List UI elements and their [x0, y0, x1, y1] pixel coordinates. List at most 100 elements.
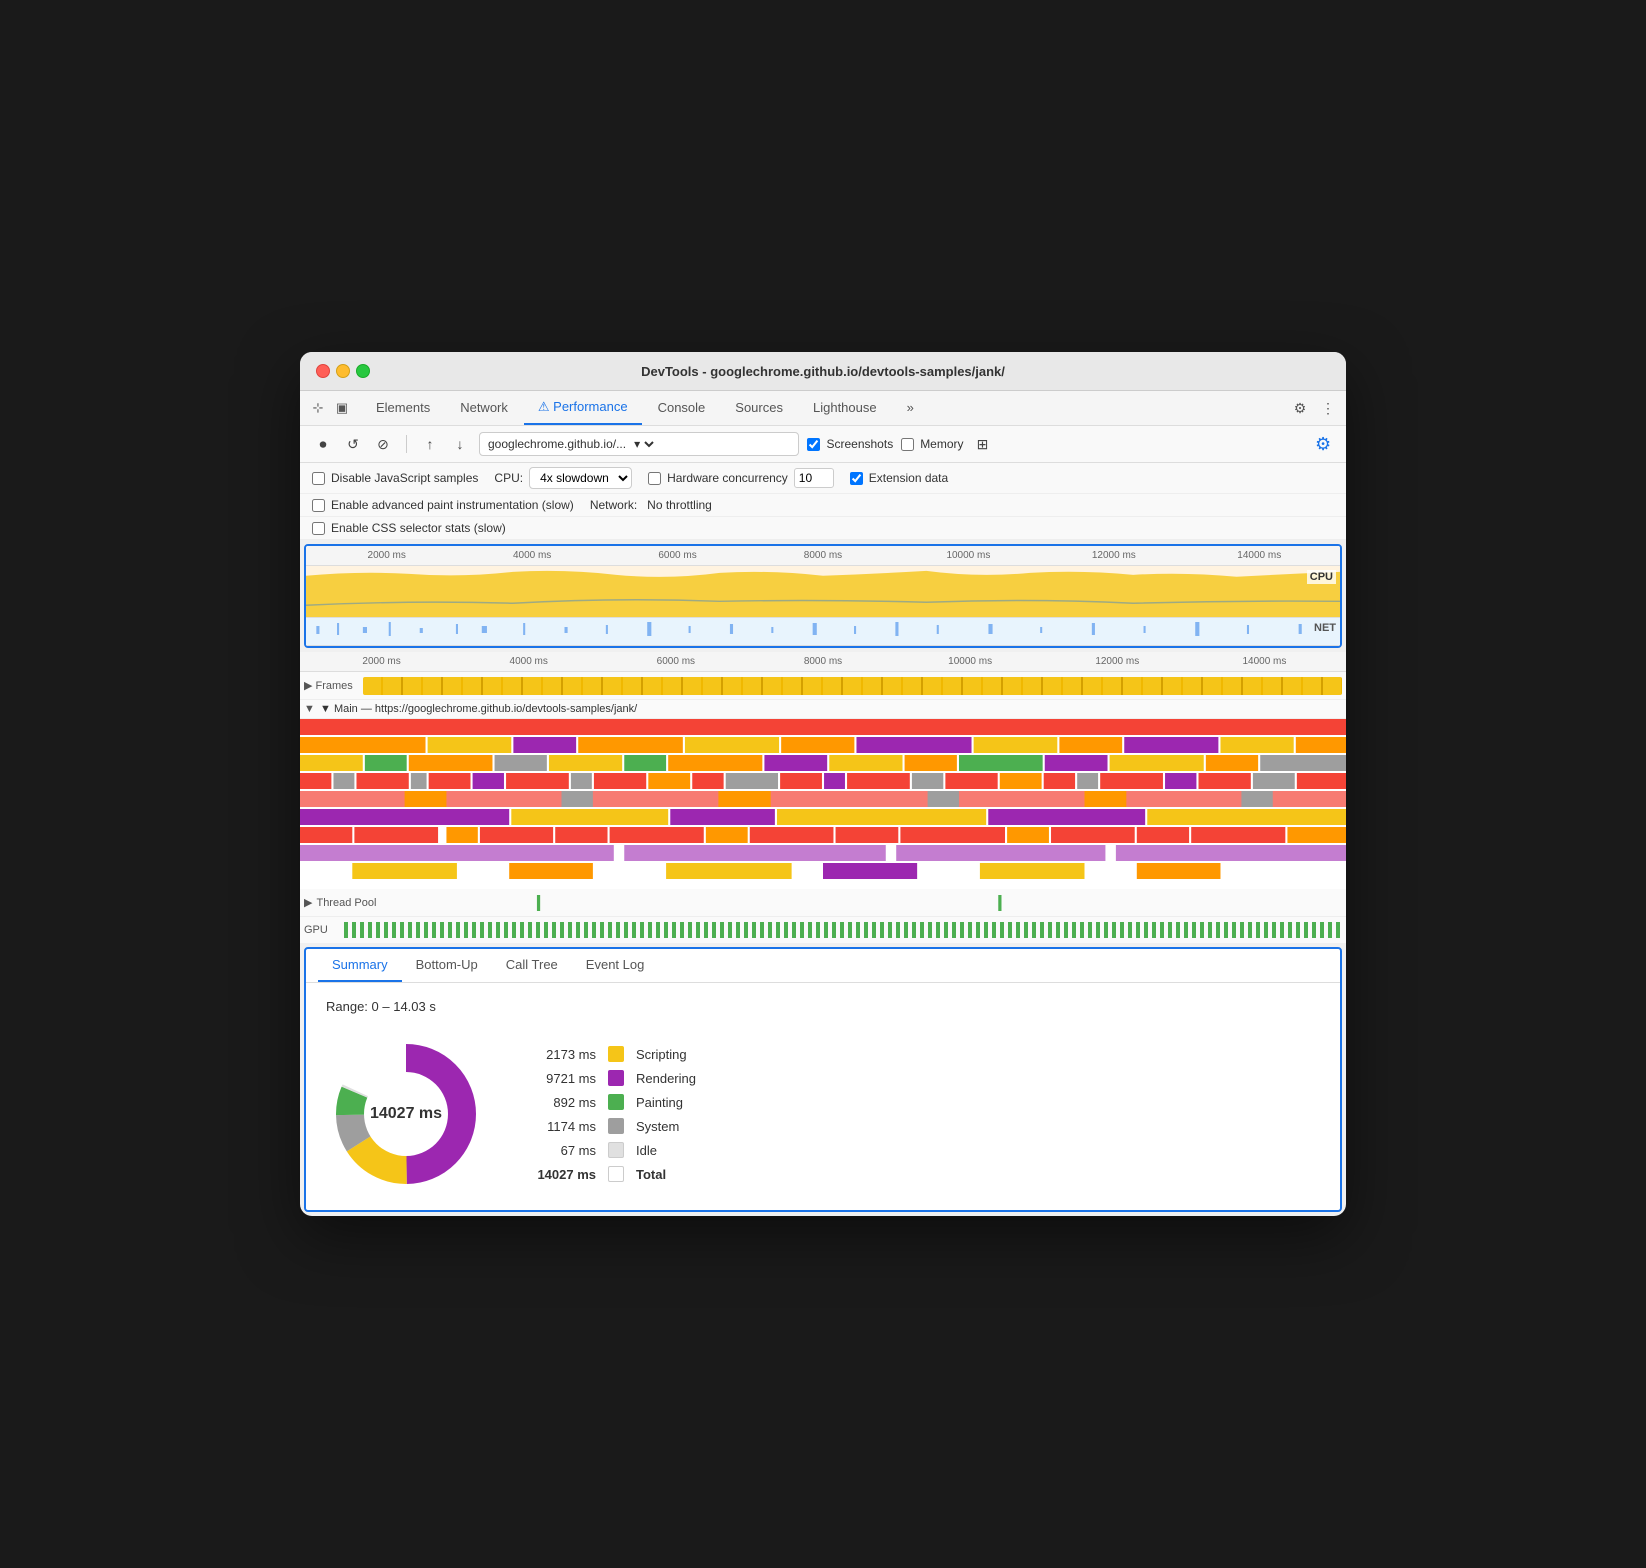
total-swatch — [608, 1166, 624, 1182]
ruler-mark-5: 10000 ms — [896, 550, 1041, 561]
css-selector-checkbox[interactable] — [312, 522, 325, 535]
ruler-mark-2: 4000 ms — [459, 550, 604, 561]
settings-icon[interactable]: ⚙ — [1290, 398, 1310, 418]
painting-swatch — [608, 1094, 624, 1110]
ruler2-mark-5: 10000 ms — [897, 656, 1044, 667]
advanced-paint-checkbox[interactable] — [312, 499, 325, 512]
memory-label: Memory — [920, 437, 963, 451]
gpu-bar — [344, 922, 1342, 938]
legend-idle: 67 ms Idle — [526, 1142, 696, 1158]
disable-js-checkbox[interactable] — [312, 472, 325, 485]
memory-checkbox[interactable] — [901, 438, 914, 451]
ruler2-mark-3: 6000 ms — [602, 656, 749, 667]
legend: 2173 ms Scripting 9721 ms Rendering 892 … — [526, 1046, 696, 1182]
device-icon[interactable]: ▣ — [332, 398, 352, 418]
screenshots-checkbox[interactable] — [807, 438, 820, 451]
screenshots-label: Screenshots — [826, 437, 893, 451]
scripting-swatch — [608, 1046, 624, 1062]
idle-name: Idle — [636, 1143, 657, 1158]
donut-label: 14027 ms — [370, 1105, 442, 1123]
ruler-mark-6: 12000 ms — [1041, 550, 1186, 561]
tab-console[interactable]: Console — [644, 392, 720, 425]
summary-content: Range: 0 – 14.03 s — [306, 983, 1340, 1210]
css-selector-label[interactable]: Enable CSS selector stats (slow) — [312, 521, 506, 535]
ruler-mark-7: 14000 ms — [1187, 550, 1332, 561]
flame-chart[interactable] — [300, 719, 1346, 889]
advanced-paint-label[interactable]: Enable advanced paint instrumentation (s… — [312, 498, 574, 512]
download-button[interactable]: ↓ — [449, 433, 471, 455]
gpu-row: GPU — [300, 917, 1346, 943]
cpu-select[interactable]: 4x slowdown — [529, 467, 632, 489]
rendering-value: 9721 ms — [526, 1071, 596, 1086]
titlebar: DevTools - googlechrome.github.io/devtoo… — [300, 352, 1346, 391]
thread-pool-svg — [376, 895, 1342, 911]
refresh-button[interactable]: ↺ — [342, 433, 364, 455]
extension-data-group: Extension data — [850, 471, 948, 485]
upload-button[interactable]: ↑ — [419, 433, 441, 455]
maximize-button[interactable] — [356, 364, 370, 378]
tab-actions: ⚙ ⋮ — [1290, 398, 1338, 418]
tab-sources[interactable]: Sources — [721, 392, 797, 425]
idle-swatch — [608, 1142, 624, 1158]
tab-network[interactable]: Network — [446, 392, 522, 425]
summary-body: 14027 ms 2173 ms Scripting 9721 ms Rende… — [326, 1034, 1320, 1194]
hardware-concurrency-group: Hardware concurrency — [648, 468, 834, 488]
inspector-icon[interactable]: ⊹ — [308, 398, 328, 418]
clear-button[interactable]: ⊘ — [372, 433, 394, 455]
disable-js-label[interactable]: Disable JavaScript samples — [312, 471, 478, 485]
legend-painting: 892 ms Painting — [526, 1094, 696, 1110]
tab-summary[interactable]: Summary — [318, 949, 402, 982]
system-name: System — [636, 1119, 679, 1134]
system-swatch — [608, 1118, 624, 1134]
frames-bar — [363, 677, 1342, 695]
memory-icon[interactable]: ⊞ — [972, 433, 994, 455]
tab-bottom-up[interactable]: Bottom-Up — [402, 949, 492, 982]
tab-bar: ⊹ ▣ Elements Network ⚠ Performance Conso… — [300, 391, 1346, 426]
traffic-lights — [316, 364, 370, 378]
toolbar: ⏺ ↺ ⊘ ↑ ↓ googlechrome.github.io/... ▾ S… — [300, 426, 1346, 463]
tab-event-log[interactable]: Event Log — [572, 949, 659, 982]
minimize-button[interactable] — [336, 364, 350, 378]
cpu-waveform — [306, 566, 1340, 617]
ruler-marks-bottom: 2000 ms 4000 ms 6000 ms 8000 ms 10000 ms… — [308, 656, 1338, 667]
record-button[interactable]: ⏺ — [312, 433, 334, 455]
close-button[interactable] — [316, 364, 330, 378]
gpu-label: GPU — [304, 924, 344, 936]
settings-row-3: Enable CSS selector stats (slow) — [300, 517, 1346, 540]
total-value: 14027 ms — [526, 1167, 596, 1182]
bottom-panel: Summary Bottom-Up Call Tree Event Log Ra… — [304, 947, 1342, 1212]
main-header: ▼ ▼ Main — https://googlechrome.github.i… — [300, 700, 1346, 719]
hardware-concurrency-checkbox[interactable] — [648, 472, 661, 485]
url-dropdown[interactable]: ▾ — [630, 436, 657, 452]
ruler-mark-1: 2000 ms — [314, 550, 459, 561]
devtools-window: DevTools - googlechrome.github.io/devtoo… — [300, 352, 1346, 1216]
cpu-overview[interactable]: CPU — [306, 566, 1340, 618]
tab-lighthouse[interactable]: Lighthouse — [799, 392, 891, 425]
tab-more[interactable]: » — [893, 392, 928, 425]
tab-performance[interactable]: ⚠ Performance — [524, 391, 642, 425]
cpu-setting: CPU: 4x slowdown — [494, 467, 632, 489]
ruler-mark-4: 8000 ms — [750, 550, 895, 561]
ruler2-mark-2: 4000 ms — [455, 656, 602, 667]
thread-pool-expand[interactable]: ▶ — [304, 896, 312, 909]
scripting-value: 2173 ms — [526, 1047, 596, 1062]
settings-gear-icon[interactable]: ⚙ — [1312, 433, 1334, 455]
net-label: NET — [1314, 622, 1336, 634]
tab-call-tree[interactable]: Call Tree — [492, 949, 572, 982]
thread-pool-dots — [376, 895, 1342, 911]
ruler2-mark-1: 2000 ms — [308, 656, 455, 667]
system-value: 1174 ms — [526, 1119, 596, 1134]
scripting-name: Scripting — [636, 1047, 687, 1062]
main-expand-btn[interactable]: ▼ — [304, 703, 316, 715]
net-waveform — [306, 618, 1340, 646]
more-icon[interactable]: ⋮ — [1318, 398, 1338, 418]
idle-value: 67 ms — [526, 1143, 596, 1158]
range-text: Range: 0 – 14.03 s — [326, 999, 1320, 1014]
url-bar: googlechrome.github.io/... ▾ — [479, 432, 799, 456]
tab-elements[interactable]: Elements — [362, 392, 444, 425]
hardware-concurrency-input[interactable] — [794, 468, 834, 488]
legend-system: 1174 ms System — [526, 1118, 696, 1134]
donut-total-ms: 14027 ms — [370, 1105, 442, 1122]
memory-group: Memory — [901, 437, 963, 451]
extension-data-checkbox[interactable] — [850, 472, 863, 485]
